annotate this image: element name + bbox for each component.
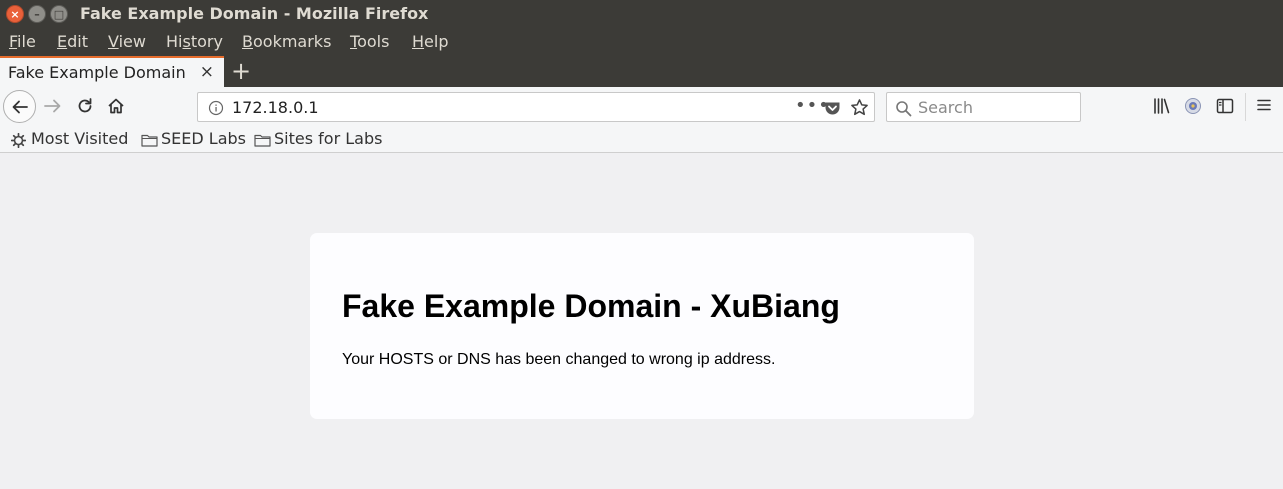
bookmarks-toolbar: Most Visited SEED Labs Sites for Labs [0,127,1283,153]
page-message: Your HOSTS or DNS has been changed to wr… [342,351,776,368]
pocket-icon[interactable] [824,100,841,116]
page-content: Fake Example Domain - XuBiang Your HOSTS… [0,153,1283,489]
tab-close-icon[interactable]: × [200,62,214,82]
tab-strip: Fake Example Domain × + [0,56,1283,87]
back-button[interactable] [3,90,36,123]
title-bar: × – □ Fake Example Domain - Mozilla Fire… [0,0,1283,28]
hamburger-menu-icon[interactable] [1256,97,1272,113]
folder-icon [141,134,158,147]
menu-edit[interactable]: Edit [57,32,88,51]
gear-icon [11,133,26,148]
tab-fake-example-domain[interactable]: Fake Example Domain × [0,56,224,87]
toolbar-separator [1245,93,1246,121]
bookmark-label: Most Visited [31,129,129,148]
home-icon[interactable] [106,96,126,116]
info-icon[interactable] [208,100,224,116]
bookmark-star-icon[interactable] [850,98,869,117]
page-heading: Fake Example Domain - XuBiang [342,288,840,324]
folder-icon [254,134,271,147]
search-icon [896,101,912,117]
window-title: Fake Example Domain - Mozilla Firefox [80,4,429,23]
menu-tools[interactable]: Tools [350,32,389,51]
bookmark-label: SEED Labs [161,129,246,148]
menu-file[interactable]: File [9,32,36,51]
library-icon[interactable] [1153,97,1171,115]
reload-icon[interactable] [75,96,95,116]
menu-history[interactable]: History [166,32,223,51]
url-text[interactable]: 172.18.0.1 [232,98,319,117]
window-minimize-button[interactable]: – [28,5,46,23]
new-tab-button[interactable]: + [231,57,251,85]
menu-help[interactable]: Help [412,32,448,51]
menu-bookmarks[interactable]: Bookmarks [242,32,331,51]
navigation-toolbar: 172.18.0.1 ••• Search [0,87,1283,127]
bookmark-label: Sites for Labs [274,129,383,148]
url-bar[interactable]: 172.18.0.1 ••• [197,92,875,122]
sync-account-icon[interactable] [1184,97,1202,115]
back-arrow-icon [12,100,28,114]
window-maximize-button[interactable]: □ [50,5,68,23]
window-close-button[interactable]: × [6,5,24,23]
search-bar[interactable]: Search [886,92,1081,122]
content-card: Fake Example Domain - XuBiang Your HOSTS… [310,233,974,419]
search-input[interactable]: Search [918,98,973,117]
tab-label: Fake Example Domain [8,63,186,82]
forward-arrow-icon[interactable] [43,96,63,116]
sidebar-toggle-icon[interactable] [1216,97,1234,115]
menu-bar: File Edit View History Bookmarks Tools H… [0,28,1283,56]
menu-view[interactable]: View [108,32,146,51]
